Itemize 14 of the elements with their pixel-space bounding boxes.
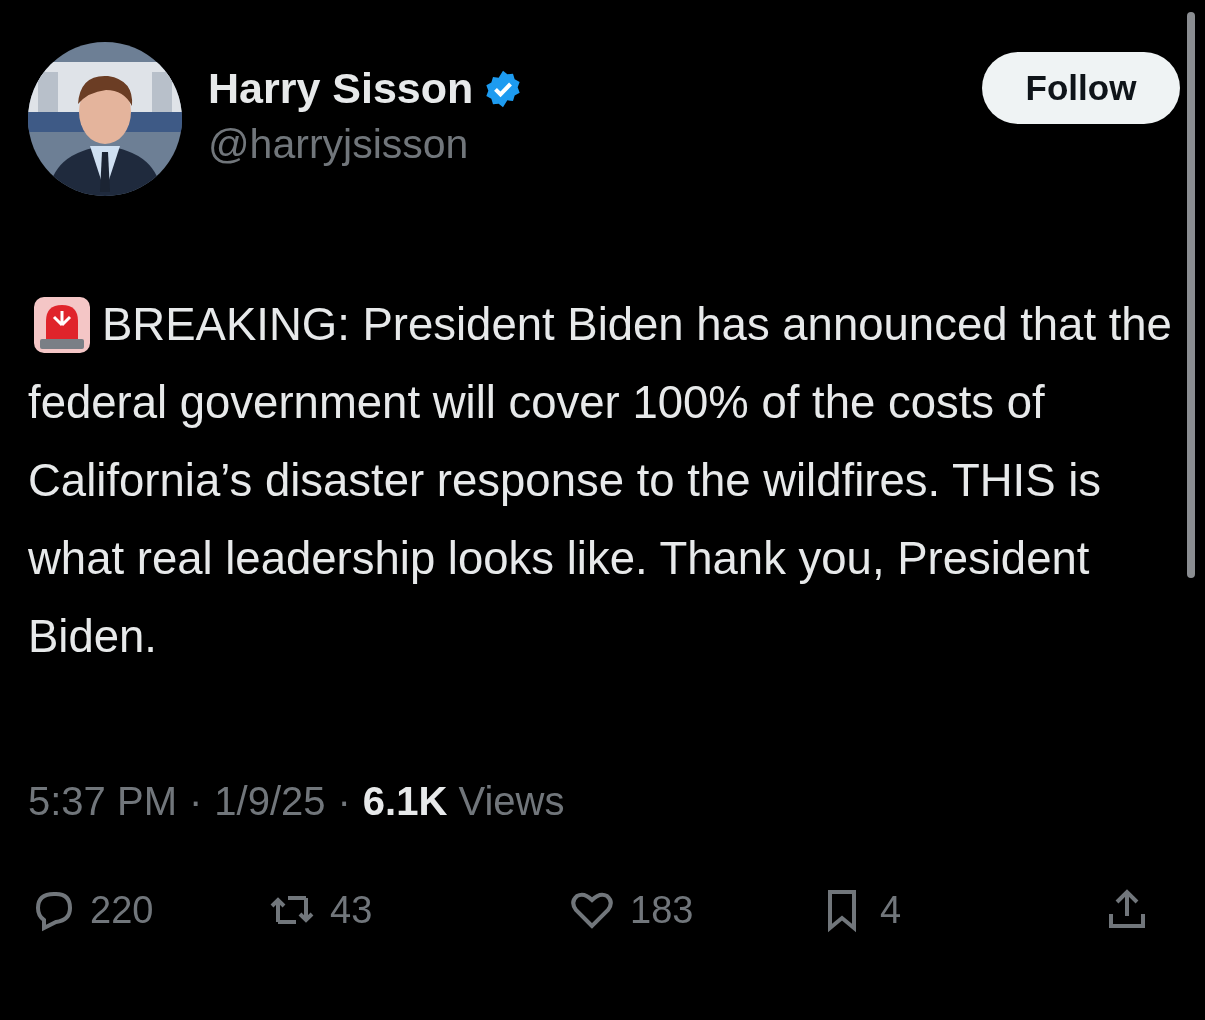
post-time: 5:37 PM — [28, 779, 177, 824]
author-handle: @harryjsisson — [208, 121, 470, 168]
post-text: BREAKING: President Biden has announced that the federal government will cover 100% of the costs of California’s disaster response to the wildfires. THIS is what real leadership looks like. Thank you, President Biden. — [28, 298, 1173, 664]
view-count: 6.1K Views — [362, 779, 565, 824]
action-count: 4 — [880, 888, 902, 932]
action-count: 43 — [330, 888, 373, 932]
action-count: 220 — [90, 888, 154, 932]
follow-button[interactable]: Follow — [982, 52, 1180, 124]
separator-dot: · — [188, 779, 203, 824]
scrollbar[interactable] — [1187, 12, 1195, 578]
action-count: 183 — [630, 888, 694, 932]
separator-dot: · — [337, 779, 351, 824]
post-date: 1/9/25 — [214, 779, 326, 824]
author-name: Harry Sisson — [208, 64, 474, 113]
